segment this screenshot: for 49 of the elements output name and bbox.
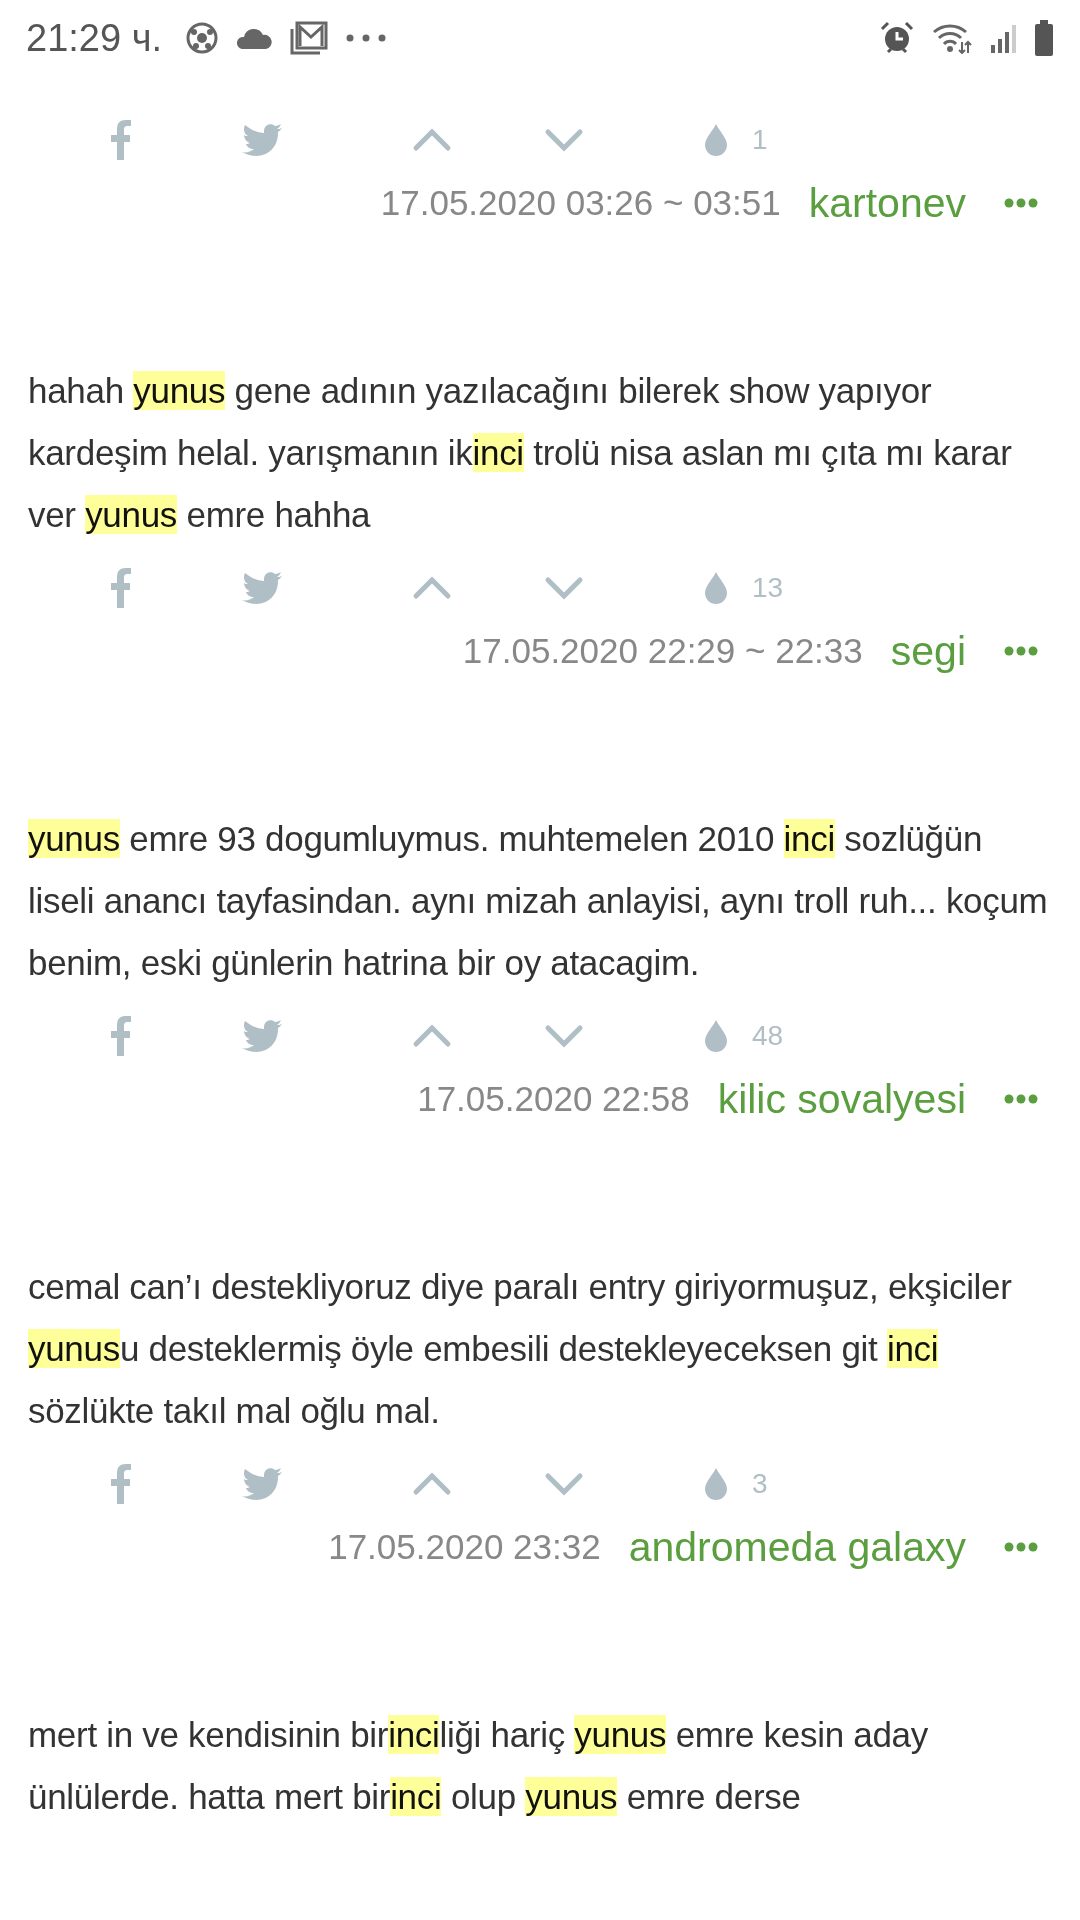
- author-link[interactable]: segi: [890, 627, 966, 675]
- entry-date[interactable]: 17.05.2020 22:29 ~ 22:33: [462, 631, 863, 671]
- entry-date[interactable]: 17.05.2020 03:26 ~ 03:51: [380, 183, 781, 223]
- favorite-count: 1: [752, 124, 769, 156]
- battery-icon: [1034, 20, 1054, 56]
- mail-icon: [290, 21, 328, 55]
- chevron-down-icon[interactable]: [544, 1472, 584, 1496]
- status-time: 21:29 ч.: [26, 16, 162, 60]
- chevron-down-icon[interactable]: [544, 576, 584, 600]
- drop-icon[interactable]: [704, 1020, 728, 1052]
- chevron-up-icon[interactable]: [412, 1024, 452, 1048]
- drop-icon[interactable]: [704, 124, 728, 156]
- more-icon: [346, 34, 386, 42]
- cloud-icon: [236, 27, 272, 49]
- facebook-icon[interactable]: [110, 120, 132, 160]
- author-link[interactable]: andromeda galaxy: [628, 1523, 966, 1571]
- twitter-icon[interactable]: [242, 1468, 282, 1500]
- twitter-icon[interactable]: [242, 572, 282, 604]
- facebook-icon[interactable]: [110, 1016, 132, 1056]
- more-icon[interactable]: [1004, 198, 1038, 208]
- chevron-down-icon[interactable]: [544, 128, 584, 152]
- entry-text: yunus emre 93 dogumluymus. muhtemelen 2010 inci sozlüğün liseli anancı tayfasindan. aynı mizah anlayisi, aynı troll ruh... koçum benim, eski günlerin hatrina bir oy atacagim.: [27, 818, 1049, 984]
- signal-icon: [990, 23, 1016, 53]
- more-icon[interactable]: [1004, 1094, 1038, 1104]
- favorite-count: 13: [752, 572, 785, 604]
- twitter-icon[interactable]: [242, 124, 282, 156]
- chevron-down-icon[interactable]: [544, 1024, 584, 1048]
- more-icon[interactable]: [1004, 646, 1038, 656]
- favorite-count: 48: [752, 1020, 785, 1052]
- soccer-ball-icon: [186, 22, 218, 54]
- entry-date[interactable]: 17.05.2020 23:32: [328, 1527, 601, 1567]
- drop-icon[interactable]: [704, 572, 728, 604]
- chevron-up-icon[interactable]: [412, 576, 452, 600]
- facebook-icon[interactable]: [110, 1464, 132, 1504]
- entry-text: cemal can’ı destekliyoruz diye paralı entry giriyormuşuz, ekşiciler yunusu desteklermiş öyle embesili destekleyeceksen git inci sözlükte takıl mal oğlu mal.: [27, 1266, 1013, 1432]
- twitter-icon[interactable]: [242, 1020, 282, 1052]
- wifi-icon: [932, 22, 972, 54]
- author-link[interactable]: kilic sovalyesi: [717, 1075, 966, 1123]
- more-icon[interactable]: [1004, 1542, 1038, 1552]
- chevron-up-icon[interactable]: [412, 1472, 452, 1496]
- alarm-clock-icon: [880, 21, 914, 55]
- entry-text: mert in ve kendisinin birinciliği hariç yunus emre kesin aday ünlülerde. hatta mert birinci olup yunus emre derse: [27, 1714, 929, 1818]
- drop-icon[interactable]: [704, 1468, 728, 1500]
- author-link[interactable]: kartonev: [808, 179, 966, 227]
- entry-text: hahah yunus gene adının yazılacağını bilerek show yapıyor kardeşim helal. yarışmanın ikinci trolü nisa aslan mı çıta mı karar ver yunus emre hahha: [27, 370, 1013, 536]
- favorite-count: 3: [752, 1468, 769, 1500]
- chevron-up-icon[interactable]: [412, 128, 452, 152]
- entry-date[interactable]: 17.05.2020 22:58: [417, 1079, 690, 1119]
- facebook-icon[interactable]: [110, 568, 132, 608]
